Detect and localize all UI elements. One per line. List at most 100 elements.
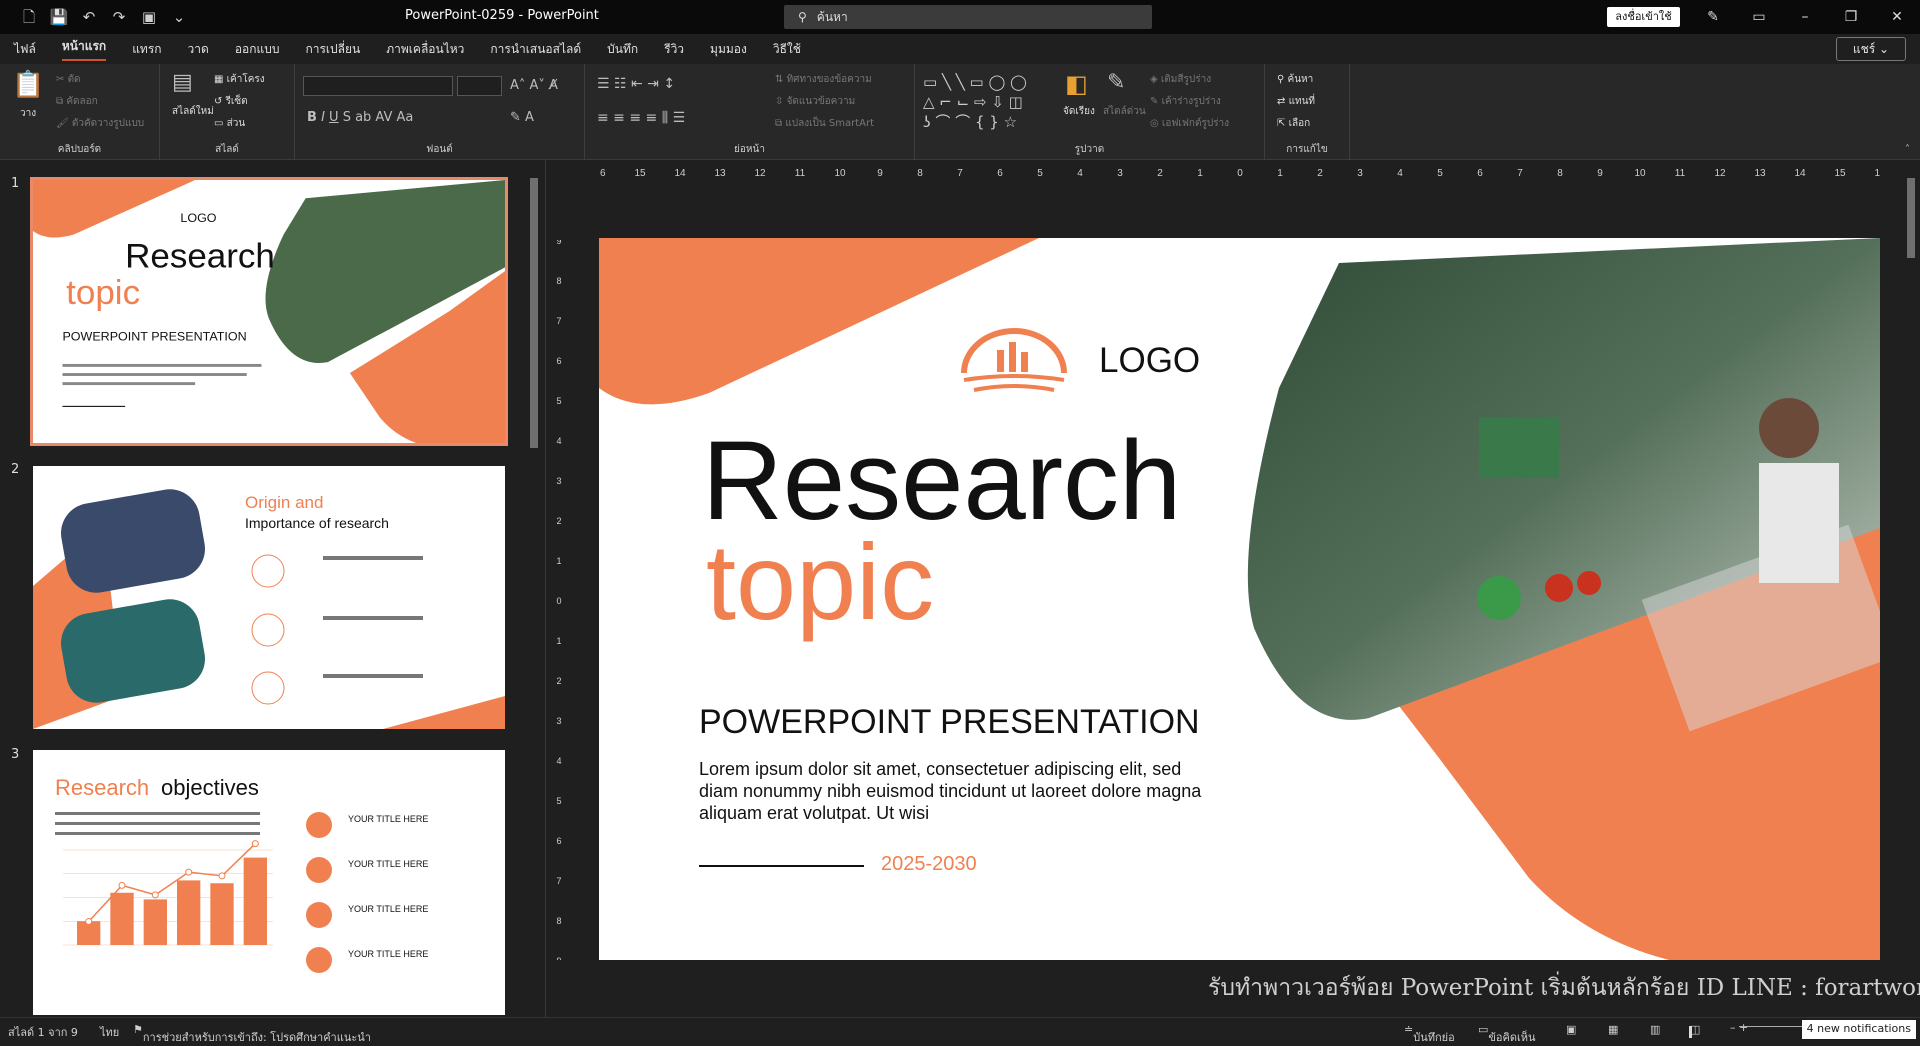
- ruler-label: 6: [997, 168, 1003, 179]
- text-direction-button[interactable]: ⇅ ทิศทางของข้อความ: [775, 72, 872, 87]
- chart-point: [118, 881, 126, 889]
- cut-button[interactable]: ✂ ตัด: [56, 72, 81, 87]
- tab-draw[interactable]: วาด: [188, 40, 209, 59]
- slide-counter: สไลด์ 1 จาก 9: [8, 1026, 78, 1039]
- present-icon[interactable]: ▣: [134, 4, 164, 30]
- arrange-icon[interactable]: ◧: [1065, 70, 1088, 98]
- section-label: ส่วน: [226, 118, 246, 129]
- search-box[interactable]: ⚲ ค้นหา: [784, 5, 1152, 29]
- svg-text:POWERPOINT PRESENTATION: POWERPOINT PRESENTATION: [62, 329, 246, 343]
- editor-scrollbar-thumb[interactable]: [1907, 178, 1915, 258]
- tab-file[interactable]: ไฟล์: [14, 40, 36, 59]
- shape-outline-button[interactable]: ✎ เค้าร่างรูปร่าง: [1150, 94, 1221, 109]
- slide-thumbnail-1[interactable]: Research topic POWERPOINT PRESENTATION L…: [30, 177, 508, 446]
- save-icon[interactable]: 💾: [44, 4, 74, 30]
- shape-effects-button[interactable]: ◎ เอฟเฟกต์รูปร่าง: [1150, 116, 1229, 131]
- sign-in-button[interactable]: ลงชื่อเข้าใช้: [1607, 7, 1680, 27]
- maximize-icon[interactable]: ❐: [1828, 0, 1874, 34]
- tab-help[interactable]: วิธีใช้: [773, 40, 801, 59]
- select-button[interactable]: ⇱ เลือก: [1277, 116, 1310, 131]
- scrollbar-thumb[interactable]: [530, 178, 538, 448]
- accessibility-status[interactable]: ⚑ การช่วยสำหรับการเข้าถึง: โปรดศึกษาคำแน…: [133, 1023, 371, 1044]
- ruler-label: 16: [600, 168, 606, 179]
- slide-thumbnail-3[interactable]: Research objectives YOUR TITLE HERE YOUR…: [33, 750, 505, 1015]
- tab-review[interactable]: รีวิว: [664, 40, 684, 59]
- align-text-button[interactable]: ⇳ จัดแนวข้อความ: [775, 94, 855, 109]
- copy-button[interactable]: ⧉ คัดลอก: [56, 94, 98, 109]
- slide-thumbnail-2[interactable]: Origin and Importance of research: [33, 466, 505, 729]
- font-color-buttons[interactable]: ✎ A: [510, 110, 534, 125]
- reading-view-icon[interactable]: ▥: [1650, 1023, 1660, 1036]
- align-buttons[interactable]: ≡ ≡ ≡ ≡ ⫼ ☰: [597, 110, 685, 126]
- ribbon-tabs: ไฟล์ หน้าแรก แทรก วาด ออกแบบ การเปลี่ยน …: [0, 34, 1920, 64]
- paste-button[interactable]: วาง: [20, 106, 36, 121]
- ruler-label: 10: [1634, 168, 1646, 179]
- slide-sorter-icon[interactable]: ▦: [1608, 1023, 1618, 1036]
- close-icon[interactable]: ✕: [1874, 0, 1920, 34]
- font-label: ฟอนต์: [426, 144, 453, 155]
- tab-insert[interactable]: แทรก: [132, 40, 161, 59]
- collapse-ribbon-icon[interactable]: ˄: [1905, 144, 1910, 155]
- align-text-label: จัดแนวข้อความ: [786, 96, 856, 107]
- new-slide-button[interactable]: สไลด์ใหม่: [172, 104, 214, 119]
- notifications-badge[interactable]: 4 new notifications: [1801, 1020, 1916, 1039]
- font-name-input[interactable]: [303, 76, 453, 96]
- editor-scrollbar[interactable]: [1904, 168, 1918, 958]
- ruler-label: 3: [1357, 168, 1363, 179]
- zoom-slider[interactable]: – +: [1689, 1021, 1839, 1038]
- format-painter-label: ตัวคัดวางรูปแบบ: [71, 118, 145, 129]
- redo-icon[interactable]: ↷: [104, 4, 134, 30]
- share-button[interactable]: แชร์ ⌄: [1836, 37, 1906, 61]
- reset-button[interactable]: ↺ รีเซ็ต: [214, 94, 248, 109]
- tab-view[interactable]: มุมมอง: [710, 40, 747, 59]
- smartart-button[interactable]: ⧉ แปลงเป็น SmartArt: [775, 116, 874, 131]
- font-size-input[interactable]: [457, 76, 502, 96]
- ruler-label: 6: [556, 356, 561, 366]
- copy-label: คัดลอก: [66, 96, 98, 107]
- notes-button[interactable]: ≐ บันทึกย่อ: [1404, 1023, 1455, 1044]
- ribbon-display-icon[interactable]: ▭: [1736, 0, 1782, 34]
- minimize-icon[interactable]: –: [1782, 0, 1828, 34]
- tab-home[interactable]: หน้าแรก: [61, 37, 107, 61]
- find-button[interactable]: ⚲ ค้นหา: [1277, 72, 1313, 87]
- thumbnails-scrollbar[interactable]: [527, 160, 541, 1017]
- current-slide[interactable]: LOGO Research topic POWERPOINT PRESENTAT…: [599, 238, 1880, 960]
- list-buttons[interactable]: ☰ ☷ ⇤ ⇥ ↕: [597, 76, 675, 92]
- tab-design[interactable]: ออกแบบ: [235, 40, 280, 59]
- shape-fill-button[interactable]: ◈ เติมสีรูปร่าง: [1150, 72, 1211, 87]
- chart-point: [85, 918, 93, 925]
- arrange-button[interactable]: จัดเรียง: [1063, 104, 1095, 119]
- quick-styles-button[interactable]: สไตล์ด่วน: [1103, 104, 1146, 119]
- quick-styles-icon[interactable]: ✎: [1107, 70, 1125, 95]
- new-file-icon[interactable]: 🗋: [14, 4, 44, 30]
- shapes-gallery[interactable]: ▭ ╲ ╲ ▭ ◯ ◯ △ ⌐ ⌙ ⇨ ⇩ ◫ ʖ ⌒ ⌒ { } ☆: [923, 72, 1027, 132]
- pen-icon[interactable]: ✎: [1690, 0, 1736, 34]
- replace-button[interactable]: ⇄ แทนที่: [1277, 94, 1315, 109]
- comments-button[interactable]: ▭ ข้อคิดเห็น: [1478, 1023, 1536, 1044]
- customize-toolbar-icon[interactable]: ⌄: [164, 4, 194, 30]
- ruler-label: 6: [556, 836, 561, 846]
- tab-animations[interactable]: ภาพเคลื่อนไหว: [386, 40, 464, 59]
- replace-label: แทนที่: [1288, 96, 1316, 107]
- ruler-label: 7: [957, 168, 963, 179]
- undo-icon[interactable]: ↶: [74, 4, 104, 30]
- tab-slideshow[interactable]: การนำเสนอสไลด์: [490, 40, 581, 59]
- tab-transitions[interactable]: การเปลี่ยน: [305, 40, 360, 59]
- cut-label: ตัด: [67, 74, 81, 85]
- language-indicator[interactable]: ไทย: [100, 1023, 119, 1041]
- layout-button[interactable]: ▦ เค้าโครง: [214, 72, 265, 87]
- ruler-label: 2: [1157, 168, 1163, 179]
- slide3-item-title: YOUR TITLE HERE: [348, 904, 428, 914]
- font-format-buttons[interactable]: B I U S ab AV Aa: [307, 110, 413, 125]
- paste-icon[interactable]: 📋: [12, 70, 44, 100]
- ruler-label: 12: [1714, 168, 1726, 179]
- new-slide-icon[interactable]: ▤: [172, 70, 193, 95]
- font-size-buttons[interactable]: A˄ A˅ A̸: [510, 78, 558, 93]
- format-painter-button[interactable]: 🖌 ตัวคัดวางรูปแบบ: [56, 116, 144, 131]
- normal-view-icon[interactable]: ▣: [1566, 1023, 1576, 1036]
- drawing-label: รูปวาด: [1074, 144, 1105, 155]
- slide2-thumb-graphic: Origin and Importance of research: [33, 489, 505, 729]
- ruler-label: 8: [556, 276, 561, 286]
- section-button[interactable]: ▭ ส่วน: [214, 116, 245, 131]
- tab-record[interactable]: บันทึก: [607, 40, 638, 59]
